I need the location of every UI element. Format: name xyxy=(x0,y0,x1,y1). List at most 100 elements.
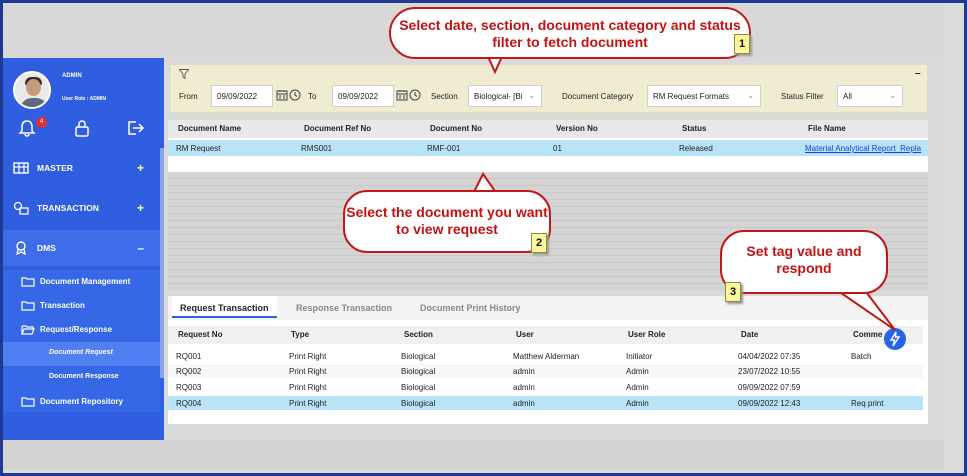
column-header[interactable]: Request No xyxy=(178,330,222,339)
column-header[interactable]: User Role xyxy=(628,330,665,339)
cell: 09/09/2022 07:59 xyxy=(738,383,801,392)
to-label: To xyxy=(308,92,317,101)
collapse-filter-button[interactable]: – xyxy=(915,68,921,79)
folder-icon xyxy=(21,301,35,311)
from-label: From xyxy=(179,92,198,101)
transaction-icon xyxy=(13,201,29,215)
avatar[interactable] xyxy=(13,71,51,109)
section-select-value: Biological- [Bi xyxy=(474,92,523,101)
column-header[interactable]: Status xyxy=(682,124,706,133)
cell: Print Right xyxy=(289,367,327,376)
sidebar-item-label: MASTER xyxy=(37,163,73,173)
chevron-down-icon: ⌄ xyxy=(528,91,535,100)
tab-document-print-history[interactable]: Document Print History xyxy=(412,296,529,318)
cell: Biological xyxy=(401,383,436,392)
sidebar-item-document-management[interactable]: Document Management xyxy=(3,270,160,294)
status-filter-select[interactable]: All ⌄ xyxy=(837,85,903,107)
calendar-icon[interactable] xyxy=(396,89,408,101)
column-header[interactable]: Type xyxy=(291,330,309,339)
sidebar-item-document-response[interactable]: Document Response xyxy=(3,366,160,390)
cell: RQ004 xyxy=(176,399,202,408)
table-row[interactable]: RQ002 Print Right Biological admin Admin… xyxy=(168,364,923,378)
section-select[interactable]: Biological- [Bi ⌄ xyxy=(468,85,542,107)
tab-response-transaction[interactable]: Response Transaction xyxy=(288,296,400,318)
lock-icon[interactable] xyxy=(72,118,92,138)
sidebar-item-transaction[interactable]: TRANSACTION + xyxy=(3,190,160,226)
cell: Biological xyxy=(401,367,436,376)
request-table-header: Request No Type Section User User Role D… xyxy=(168,326,923,344)
cell: Batch xyxy=(851,352,872,361)
user-name: ADMIN xyxy=(62,73,82,79)
column-header[interactable]: Document Name xyxy=(178,124,241,133)
tab-request-transaction[interactable]: Request Transaction xyxy=(172,296,277,318)
sidebar-item-label: Transaction xyxy=(40,301,85,310)
tab-bar: Request Transaction Response Transaction… xyxy=(168,296,928,320)
cell: 09/09/2022 12:43 xyxy=(738,399,801,408)
document-category-select[interactable]: RM Request Formats ⌄ xyxy=(647,85,761,107)
file-name-link[interactable]: Material Analytical Report_Repla xyxy=(805,144,921,153)
sidebar-item-document-request[interactable]: Document Request xyxy=(3,342,160,366)
folder-open-icon xyxy=(21,325,35,335)
cell: Print Right xyxy=(289,383,327,392)
table-row[interactable]: RQ001 Print Right Biological Matthew Ald… xyxy=(168,349,923,363)
grid-icon xyxy=(13,162,29,174)
cell-document-name: RM Request xyxy=(176,144,221,153)
from-date-input[interactable]: 09/09/2022 xyxy=(211,85,273,107)
column-header[interactable]: Version No xyxy=(556,124,598,133)
table-row[interactable]: RQ003 Print Right Biological admin Admin… xyxy=(168,380,923,394)
section-label: Section xyxy=(431,92,458,101)
sidebar-item-document-repository[interactable]: Document Repository xyxy=(3,390,160,414)
cell-document-ref-no: RMS001 xyxy=(301,144,333,153)
column-header[interactable]: Document Ref No xyxy=(304,124,371,133)
chevron-down-icon: ⌄ xyxy=(747,91,754,100)
sidebar-item-request-response[interactable]: Request/Response xyxy=(3,318,160,342)
cell: Req print xyxy=(851,399,884,408)
chevron-down-icon: ⌄ xyxy=(889,91,896,100)
status-filter-label: Status Filter xyxy=(781,92,824,101)
to-date-input[interactable]: 09/09/2022 xyxy=(332,85,394,107)
notification-badge: 4 xyxy=(36,117,47,128)
table-row[interactable]: RM Request RMS001 RMF-001 01 Released Ma… xyxy=(168,140,928,156)
column-header[interactable]: Date xyxy=(741,330,758,339)
clock-icon[interactable] xyxy=(409,89,421,101)
calendar-icon[interactable] xyxy=(276,89,288,101)
step-number-2: 2 xyxy=(531,233,547,253)
logout-icon[interactable] xyxy=(125,118,145,138)
expand-icon[interactable]: + xyxy=(137,201,144,215)
cell: Initiator xyxy=(626,352,653,361)
cell: Biological xyxy=(401,399,436,408)
cell: 23/07/2022 10:55 xyxy=(738,367,801,376)
column-header[interactable]: Section xyxy=(404,330,433,339)
sidebar-item-label: TRANSACTION xyxy=(37,203,99,213)
cell: RQ003 xyxy=(176,383,202,392)
callout-1: Select date, section, document category … xyxy=(389,7,751,59)
request-panel: Request Transaction Response Transaction… xyxy=(168,296,928,424)
user-role: User Role : ADMIN xyxy=(62,96,106,102)
cell: admin xyxy=(513,399,535,408)
callout-3: Set tag value and respond xyxy=(720,230,888,294)
bell-icon[interactable] xyxy=(17,118,37,138)
clock-icon[interactable] xyxy=(289,89,301,101)
collapse-icon[interactable]: – xyxy=(137,241,144,255)
sidebar-item-master[interactable]: MASTER + xyxy=(3,150,160,186)
cell: admin xyxy=(513,383,535,392)
expand-icon[interactable]: + xyxy=(137,161,144,175)
cell: Print Right xyxy=(289,399,327,408)
column-header[interactable]: File Name xyxy=(808,124,846,133)
document-table-header: Document Name Document Ref No Document N… xyxy=(168,120,928,138)
sidebar-item-transaction-sub[interactable]: Transaction xyxy=(3,294,160,318)
sidebar-item-dms[interactable]: DMS – xyxy=(3,230,160,266)
cell: RQ001 xyxy=(176,352,202,361)
sidebar-item-label: Document Repository xyxy=(40,397,124,406)
folder-icon xyxy=(21,277,35,287)
filter-icon[interactable] xyxy=(179,69,189,79)
table-row[interactable]: RQ004 Print Right Biological admin Admin… xyxy=(168,396,923,410)
column-header[interactable]: Document No xyxy=(430,124,482,133)
sidebar-item-label: Document Request xyxy=(49,349,113,356)
dms-submenu: Document Management Transaction Request/… xyxy=(3,270,160,412)
column-header[interactable]: User xyxy=(516,330,534,339)
step-number-3: 3 xyxy=(725,282,741,302)
cell: Admin xyxy=(626,399,649,408)
sidebar-item-label: Document Response xyxy=(49,373,119,380)
cell: Admin xyxy=(626,383,649,392)
